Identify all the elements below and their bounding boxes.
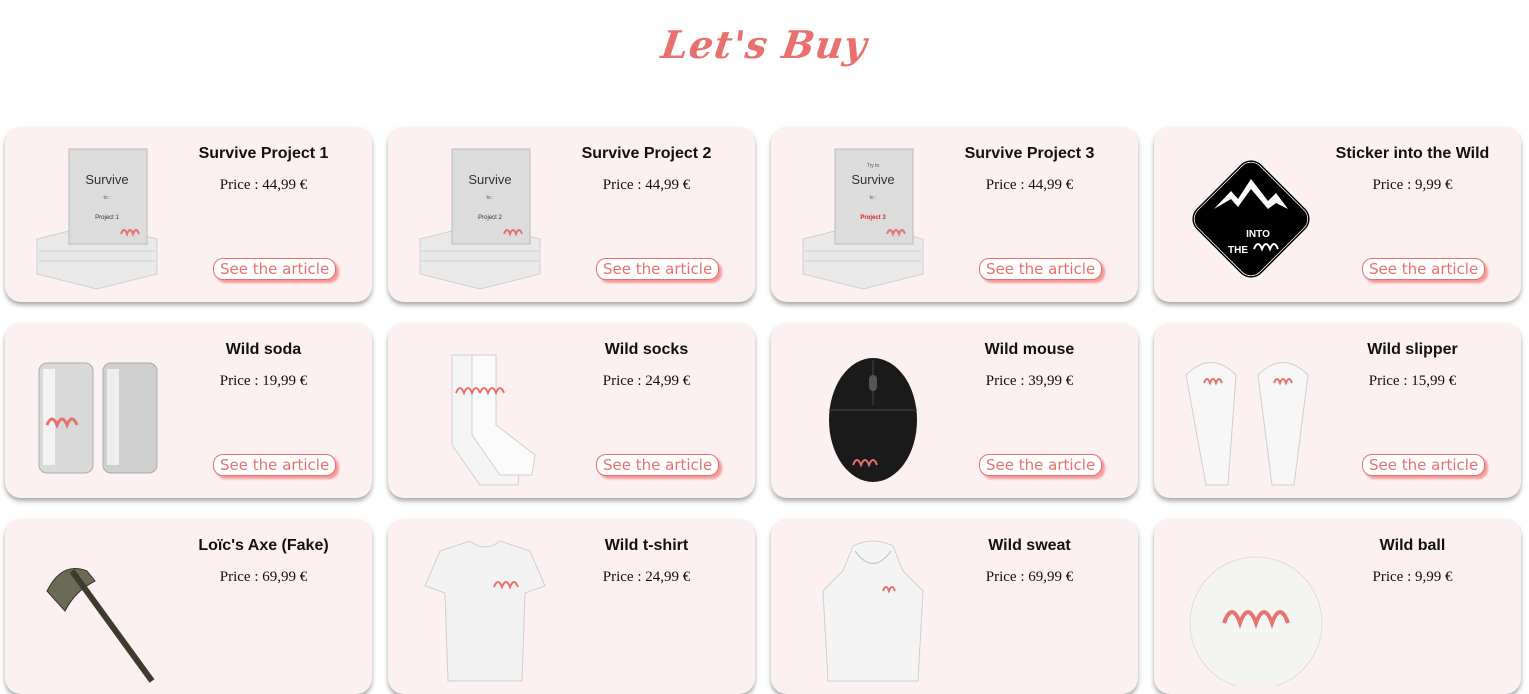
svg-text:Survive: Survive	[851, 172, 894, 187]
product-price: Price : 15,99 €	[1368, 373, 1457, 389]
product-name: Wild soda	[225, 341, 302, 358]
mountain-sticker-icon: INTO THE	[1176, 139, 1326, 294]
product-price: Price : 69,99 €	[219, 569, 308, 585]
page-title: Let's Buy	[658, 22, 871, 67]
see-article-button[interactable]: See the article	[213, 454, 337, 476]
svg-text:Try to: Try to	[867, 163, 880, 169]
see-article-button[interactable]: See the article	[213, 258, 337, 280]
tshirt-icon	[410, 531, 560, 686]
product-name: Wild slipper	[1367, 341, 1458, 358]
product-name: Wild sweat	[988, 537, 1071, 554]
product-price: Price : 24,99 €	[602, 569, 691, 585]
book-stack-icon: Survive to : Project 2	[410, 139, 560, 294]
svg-text:to :: to :	[104, 195, 111, 201]
product-name: Wild mouse	[984, 341, 1075, 358]
product-price: Price : 24,99 €	[602, 373, 691, 389]
product-card: Try to Survive to : Project 3 Survive Pr…	[771, 127, 1138, 302]
product-price: Price : 44,99 €	[985, 177, 1074, 193]
see-article-button[interactable]: See the article	[1362, 454, 1486, 476]
product-card: Loïc's Axe (Fake) Price : 69,99 €	[5, 519, 372, 694]
mouse-icon	[793, 335, 943, 490]
see-article-button[interactable]: See the article	[596, 454, 720, 476]
axe-icon	[27, 531, 177, 686]
svg-text:Project 1: Project 1	[95, 215, 119, 221]
see-article-button[interactable]: See the article	[979, 454, 1103, 476]
product-name: Survive Project 1	[198, 145, 329, 162]
see-article-button[interactable]: See the article	[979, 258, 1103, 280]
product-card: Survive to : Project 1 Survive Project 1…	[5, 127, 372, 302]
see-article-button[interactable]: See the article	[596, 258, 720, 280]
slippers-icon	[1176, 335, 1326, 490]
product-name: Survive Project 3	[964, 145, 1095, 162]
product-card: INTO THE Sticker into the Wild Price : 9…	[1154, 127, 1521, 302]
product-price: Price : 9,99 €	[1372, 177, 1453, 193]
product-name: Sticker into the Wild	[1335, 145, 1490, 162]
product-price: Price : 44,99 €	[219, 177, 308, 193]
product-name: Wild socks	[604, 341, 689, 358]
product-name: Loïc's Axe (Fake)	[198, 537, 329, 554]
svg-text:INTO: INTO	[1246, 229, 1270, 240]
product-price: Price : 69,99 €	[985, 569, 1074, 585]
see-article-button[interactable]: See the article	[1362, 258, 1486, 280]
product-card: Wild mouse Price : 39,99 € See the artic…	[771, 323, 1138, 498]
hoodie-icon	[793, 531, 943, 686]
book-stack-icon: Try to Survive to : Project 3	[793, 139, 943, 294]
product-card: Survive to : Project 2 Survive Project 2…	[388, 127, 755, 302]
product-name: Wild t-shirt	[604, 537, 689, 554]
product-card: Wild soda Price : 19,99 € See the articl…	[5, 323, 372, 498]
svg-text:THE: THE	[1228, 245, 1248, 256]
svg-text:to :: to :	[870, 195, 877, 201]
product-price: Price : 39,99 €	[985, 373, 1074, 389]
product-name: Survive Project 2	[581, 145, 712, 162]
product-card: Wild ball Price : 9,99 €	[1154, 519, 1521, 694]
product-card: Wild t-shirt Price : 24,99 €	[388, 519, 755, 694]
soda-cans-icon	[27, 335, 177, 490]
socks-icon	[410, 335, 560, 490]
product-card: Wild sweat Price : 69,99 €	[771, 519, 1138, 694]
product-card: Wild socks Price : 24,99 € See the artic…	[388, 323, 755, 498]
svg-text:Survive: Survive	[468, 172, 511, 187]
product-card: Wild slipper Price : 15,99 € See the art…	[1154, 323, 1521, 498]
product-price: Price : 19,99 €	[219, 373, 308, 389]
svg-text:Project 2: Project 2	[478, 215, 502, 221]
svg-text:Project 3: Project 3	[860, 215, 886, 221]
svg-text:Survive: Survive	[85, 172, 128, 187]
svg-text:to :: to :	[487, 195, 494, 201]
book-stack-icon: Survive to : Project 1	[27, 139, 177, 294]
product-price: Price : 44,99 €	[602, 177, 691, 193]
product-price: Price : 9,99 €	[1372, 569, 1453, 585]
ball-icon	[1176, 531, 1326, 686]
product-name: Wild ball	[1379, 537, 1446, 554]
